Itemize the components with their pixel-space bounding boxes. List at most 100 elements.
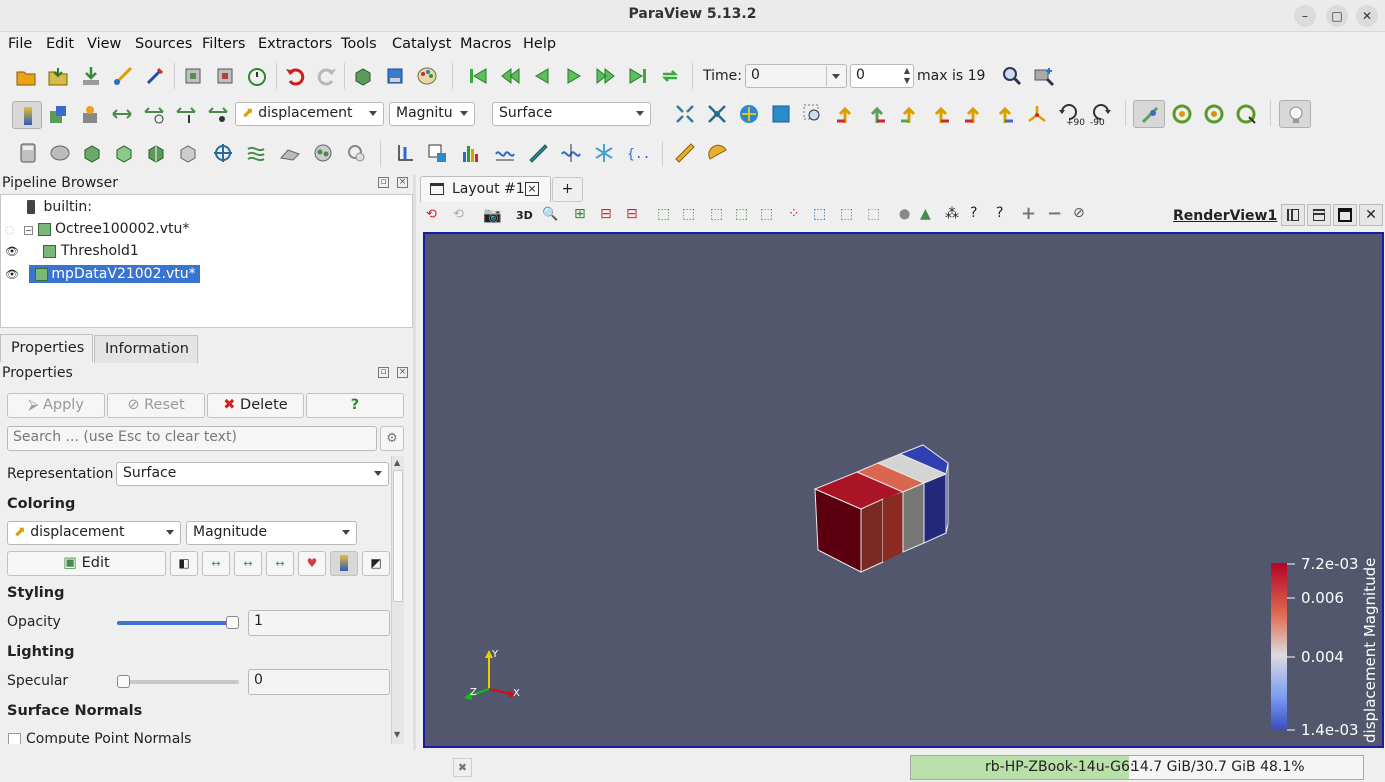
split-horizontal-icon[interactable] [1281, 204, 1305, 226]
grow-selection-icon[interactable]: ⬤ [899, 209, 910, 220]
hover-cells-icon[interactable]: ⬚ [840, 206, 853, 222]
close-view-icon[interactable]: ✕ [1359, 204, 1383, 226]
edit-color-map-icon[interactable] [47, 103, 69, 125]
reset-button[interactable]: ⊘ Reset [107, 393, 205, 418]
palette-icon[interactable] [416, 65, 438, 87]
properties-scrollbar[interactable]: ▲ ▼ [391, 456, 404, 744]
render-view[interactable]: Y X Z 7.2e-03 0.006 0.004 1.4e-03 displa… [423, 232, 1384, 748]
specular-slider-track[interactable] [117, 680, 239, 684]
points-triangle-icon[interactable]: ⁂ [945, 206, 959, 222]
view-plus-z-icon[interactable] [962, 103, 984, 125]
menu-help[interactable]: Help [523, 36, 556, 52]
menu-tools[interactable]: Tools [341, 36, 377, 52]
close-button[interactable]: ✕ [1356, 5, 1378, 27]
rescale-over-time-icon[interactable] [207, 103, 229, 125]
pipeline-item-threshold[interactable]: 👁 Threshold1 [5, 243, 139, 259]
representation-combo[interactable]: Surface [492, 102, 651, 126]
pipeline-item-mpdata[interactable]: 👁 mpDataV21002.vtu* [5, 265, 200, 283]
advanced-gear-icon[interactable]: ⚙ [380, 426, 404, 451]
search-input[interactable]: Search ... (use Esc to clear text) [7, 426, 377, 451]
representation-select[interactable]: Surface [116, 462, 389, 486]
toggle-color-legend-icon[interactable] [12, 101, 42, 129]
pick-center-icon[interactable] [1203, 103, 1225, 125]
python-calculator-icon[interactable]: {..} [626, 142, 648, 164]
descriptive-statistics-icon[interactable] [527, 142, 549, 164]
reverse-play-icon[interactable] [531, 65, 553, 87]
clip-icon[interactable] [81, 142, 103, 164]
close-panel-icon[interactable]: × [397, 367, 408, 378]
eye-visible-icon[interactable]: 👁 [5, 268, 19, 281]
deselect-icon[interactable]: ⊟ [600, 206, 612, 222]
rescale-visible-icon[interactable] [175, 103, 197, 125]
load-state-file-icon[interactable] [214, 65, 236, 87]
timer-icon[interactable] [246, 65, 268, 87]
compute-normals-checkbox[interactable] [8, 733, 21, 744]
specular-slider-handle[interactable] [117, 675, 130, 688]
color-array-combo[interactable]: ⬈ displacement [235, 102, 384, 126]
specular-value-field[interactable]: 0 [248, 669, 390, 695]
zoom-closest-icon[interactable] [738, 103, 760, 125]
orient-axes-icon[interactable] [770, 103, 792, 125]
center-axes-visibility-icon[interactable] [1133, 100, 1165, 128]
coloring-component-select[interactable]: Magnitude [186, 521, 357, 545]
rescale-temporal-icon[interactable] [143, 103, 165, 125]
menu-edit[interactable]: Edit [46, 36, 74, 52]
contour-icon[interactable] [49, 142, 71, 164]
apply-button[interactable]: ⮚ Apply [7, 393, 105, 418]
edit-annotations-button[interactable]: ◩ [362, 551, 390, 576]
clear-output-icon[interactable]: ✖ [453, 758, 472, 777]
minimize-button[interactable]: – [1294, 5, 1316, 27]
histogram-icon[interactable] [460, 142, 482, 164]
tab-information[interactable]: Information [94, 335, 198, 363]
connect-icon[interactable] [112, 65, 134, 87]
disconnect-icon[interactable] [144, 65, 166, 87]
last-frame-icon[interactable] [627, 65, 649, 87]
pipeline-item-octree[interactable]: ◌ − Octree100002.vtu* [5, 221, 189, 237]
probe-location-icon[interactable] [560, 142, 582, 164]
select-polygon-icon[interactable]: ⬚ [735, 206, 748, 222]
reset-range-button[interactable]: ◧ [170, 551, 198, 576]
coloring-array-select[interactable]: ⬈ displacement [7, 521, 181, 545]
view-minus-z-icon[interactable] [994, 103, 1016, 125]
screenshot-icon[interactable] [384, 65, 406, 87]
select-block-icon[interactable]: ⬚ [760, 206, 773, 222]
rescale-temporal-button[interactable]: ↔ [234, 551, 262, 576]
threshold-icon[interactable] [145, 142, 167, 164]
capture-icon[interactable]: ⟲ [426, 207, 437, 222]
plot-selection-icon[interactable] [426, 142, 448, 164]
clear-icon[interactable]: ⊘ [1073, 205, 1085, 221]
maximize-view-icon[interactable] [1333, 204, 1357, 226]
float-panel-icon[interactable]: ▫ [378, 177, 389, 188]
menu-catalyst[interactable]: Catalyst [392, 36, 451, 52]
menu-file[interactable]: File [8, 36, 32, 52]
reset-range-icon[interactable] [79, 103, 101, 125]
hover-points-icon[interactable]: ⬚ [813, 206, 826, 222]
redo-icon[interactable] [316, 65, 338, 87]
select-points-on-icon[interactable]: ⬚ [682, 206, 695, 222]
close-panel-icon[interactable]: × [397, 177, 408, 188]
extract-selection-icon[interactable]: ⬚ [867, 206, 880, 222]
plot-over-time-icon[interactable] [494, 142, 516, 164]
zoom-box-icon[interactable] [1033, 65, 1055, 87]
collapse-icon[interactable]: − [24, 226, 34, 235]
reset-center-icon[interactable] [1171, 103, 1193, 125]
undo-icon[interactable] [284, 65, 306, 87]
pipeline-item-builtin[interactable]: builtin: [27, 199, 92, 215]
add-layout-button[interactable]: + [552, 177, 583, 202]
eye-visible-icon[interactable]: 👁 [5, 245, 19, 258]
eye-hidden-icon[interactable]: ◌ [5, 223, 15, 236]
select-cells-icon[interactable]: ⬚ [657, 206, 670, 222]
clear-selection-icon[interactable]: ⊟ [626, 206, 638, 222]
shrink-icon[interactable]: − [1047, 203, 1062, 224]
splitter[interactable] [413, 175, 416, 750]
menu-view[interactable]: View [87, 36, 121, 52]
load-state-icon[interactable] [47, 65, 69, 87]
grow-icon[interactable]: + [1021, 203, 1036, 224]
view-plus-y-icon[interactable] [898, 103, 920, 125]
tab-properties[interactable]: Properties [0, 334, 93, 362]
toggle-3d-button[interactable]: 3D [516, 209, 533, 222]
restore-icon[interactable]: ⟲ [453, 207, 464, 222]
tab-layout-1[interactable]: Layout #1 × [420, 176, 551, 202]
group-datasets-icon[interactable] [312, 142, 334, 164]
query-icon[interactable]: ? [970, 205, 977, 221]
